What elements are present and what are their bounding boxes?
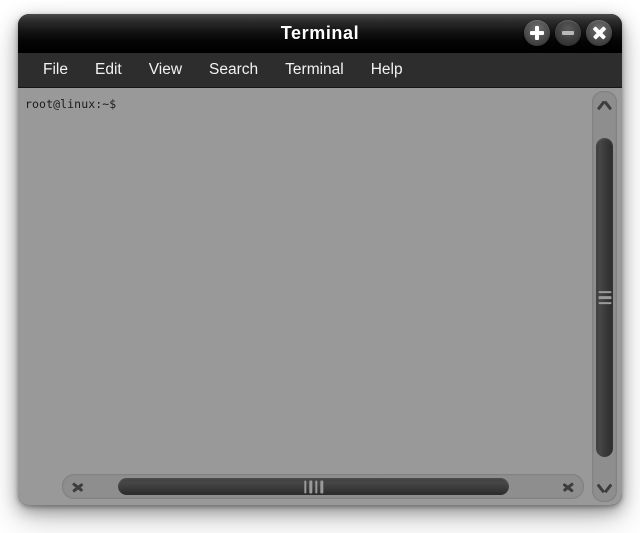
menu-item-terminal[interactable]: Terminal [273, 58, 356, 83]
chevron-down-icon [597, 483, 612, 494]
horizontal-scrollbar[interactable] [62, 474, 584, 499]
horizontal-scrollbar-thumb[interactable] [118, 478, 509, 495]
menubar: File Edit View Search Terminal Help [18, 53, 622, 88]
grip-horizontal-icon [598, 288, 611, 308]
scroll-left-button[interactable] [64, 474, 94, 499]
menu-item-help[interactable]: Help [359, 58, 415, 83]
maximize-button[interactable] [524, 20, 550, 46]
vertical-scrollbar-thumb[interactable] [596, 138, 613, 457]
window-titlebar[interactable]: Terminal [18, 14, 622, 53]
terminal-window: Terminal File Edit View Search Terminal … [18, 14, 622, 505]
scroll-down-button[interactable] [592, 476, 617, 500]
menu-item-file[interactable]: File [31, 58, 80, 83]
menu-item-edit[interactable]: Edit [83, 58, 134, 83]
desktop-background: Terminal File Edit View Search Terminal … [0, 0, 640, 533]
chevron-left-icon [73, 479, 86, 495]
window-controls [524, 20, 612, 46]
menu-item-view[interactable]: View [137, 58, 194, 83]
plus-icon-vertical [535, 26, 539, 40]
close-button[interactable] [586, 20, 612, 46]
scroll-right-button[interactable] [552, 474, 582, 499]
terminal-prompt: root@linux:~$ [25, 97, 117, 111]
grip-vertical-icon [303, 480, 324, 493]
chevron-right-icon [561, 479, 574, 495]
terminal-body: root@linux:~$ [18, 88, 622, 505]
terminal-output-area[interactable]: root@linux:~$ [18, 88, 590, 505]
minus-icon [562, 31, 574, 35]
chevron-up-icon [597, 100, 612, 111]
menu-item-search[interactable]: Search [197, 58, 270, 83]
minimize-button[interactable] [555, 20, 581, 46]
scroll-up-button[interactable] [592, 93, 617, 117]
vertical-scrollbar[interactable] [592, 91, 617, 502]
